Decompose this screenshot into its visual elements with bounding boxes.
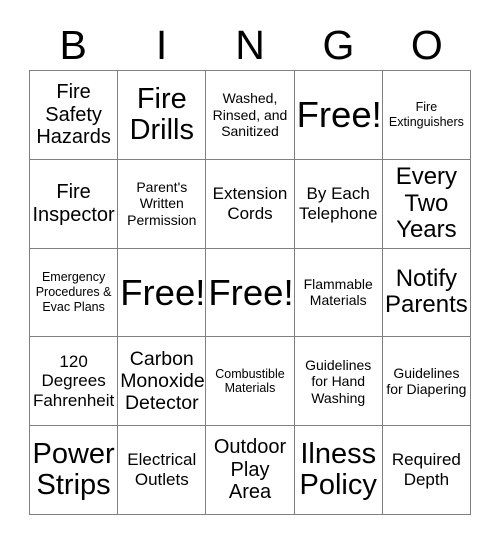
bingo-cell-label: Required Depth — [391, 450, 461, 490]
bingo-grid: Fire Safety Hazards Fire Drills Washed, Ri… — [29, 70, 471, 515]
bingo-cell[interactable]: Fire Extinguishers — [382, 71, 471, 160]
bingo-cell[interactable]: Extension Cords — [206, 159, 295, 249]
bingo-cell-label: Power Strips — [32, 438, 115, 502]
bingo-cell-label: 120 Degrees Fahrenheit — [32, 351, 115, 411]
bingo-cell-label: Fire Drills — [129, 83, 194, 146]
bingo-cell-label: Notify Parents — [385, 265, 468, 319]
bingo-cell[interactable]: Fire Safety Hazards — [30, 71, 119, 160]
bingo-card: B I N G O Fire Safety Hazards Fire Drills… — [0, 0, 500, 544]
bingo-cell[interactable]: Fire Drills — [118, 71, 207, 160]
bingo-cell[interactable]: Every Two Years — [382, 159, 471, 249]
bingo-cell[interactable]: Guidelines for Hand Washing — [294, 337, 383, 427]
bingo-cell-label: Combustible Materials — [215, 366, 285, 396]
bingo-cell-label: Ilness Policy — [299, 438, 377, 502]
bingo-cell-label: Free! — [208, 271, 294, 313]
bingo-cell-label: Washed, Rinsed, and Sanitized — [212, 90, 288, 140]
bingo-cell-label: Free! — [120, 271, 206, 313]
header-letter-n: N — [235, 21, 265, 68]
bingo-cell[interactable]: Emergency Procedures & Evac Plans — [30, 248, 119, 338]
bingo-header: B I N G O — [29, 20, 471, 70]
bingo-cell-label: Guidelines for Diapering — [386, 364, 467, 398]
header-letter-i: I — [155, 21, 168, 68]
bingo-cell[interactable]: Guidelines for Diapering — [382, 337, 471, 427]
bingo-cell-label: Flammable Materials — [303, 275, 373, 309]
bingo-cell-label: By Each Telephone — [298, 183, 378, 223]
bingo-cell-label: Every Two Years — [395, 163, 458, 243]
bingo-cell-free[interactable]: Free! — [294, 71, 383, 160]
bingo-cell[interactable]: Combustible Materials — [206, 337, 295, 427]
bingo-cell[interactable]: Carbon Monoxide Detector — [118, 337, 207, 427]
bingo-cell[interactable]: Notify Parents — [382, 248, 471, 338]
bingo-cell-label: Fire Inspector — [32, 180, 115, 226]
header-letter-o: O — [410, 21, 443, 68]
bingo-cell-label: Parent's Written Permission — [127, 178, 197, 228]
bingo-cell-free[interactable]: Free! — [206, 248, 295, 338]
bingo-cell[interactable]: Ilness Policy — [294, 426, 383, 515]
header-letter-g: G — [322, 21, 355, 68]
bingo-cell-label: Electrical Outlets — [127, 450, 197, 490]
bingo-cell-label: Carbon Monoxide Detector — [120, 347, 205, 415]
bingo-cell[interactable]: By Each Telephone — [294, 159, 383, 249]
bingo-cell-label: Free! — [296, 94, 382, 136]
bingo-cell[interactable]: Flammable Materials — [294, 248, 383, 338]
bingo-cell[interactable]: 120 Degrees Fahrenheit — [30, 337, 119, 427]
bingo-cell-free[interactable]: Free! — [118, 248, 207, 338]
bingo-cell-label: Fire Extinguishers — [388, 100, 464, 129]
bingo-cell[interactable]: Outdoor Play Area — [206, 426, 295, 515]
bingo-cell[interactable]: Parent's Written Permission — [118, 159, 207, 249]
bingo-cell[interactable]: Power Strips — [30, 426, 119, 515]
bingo-cell[interactable]: Washed, Rinsed, and Sanitized — [206, 71, 295, 160]
header-letter-b: B — [59, 21, 87, 68]
bingo-cell[interactable]: Required Depth — [382, 426, 471, 515]
bingo-cell-label: Extension Cords — [212, 183, 288, 223]
bingo-cell-label: Fire Safety Hazards — [36, 80, 111, 149]
bingo-cell[interactable]: Fire Inspector — [30, 159, 119, 249]
bingo-cell[interactable]: Electrical Outlets — [118, 426, 207, 515]
bingo-cell-label: Guidelines for Hand Washing — [305, 356, 372, 406]
bingo-cell-label: Emergency Procedures & Evac Plans — [35, 270, 112, 314]
bingo-cell-label: Outdoor Play Area — [213, 435, 287, 504]
